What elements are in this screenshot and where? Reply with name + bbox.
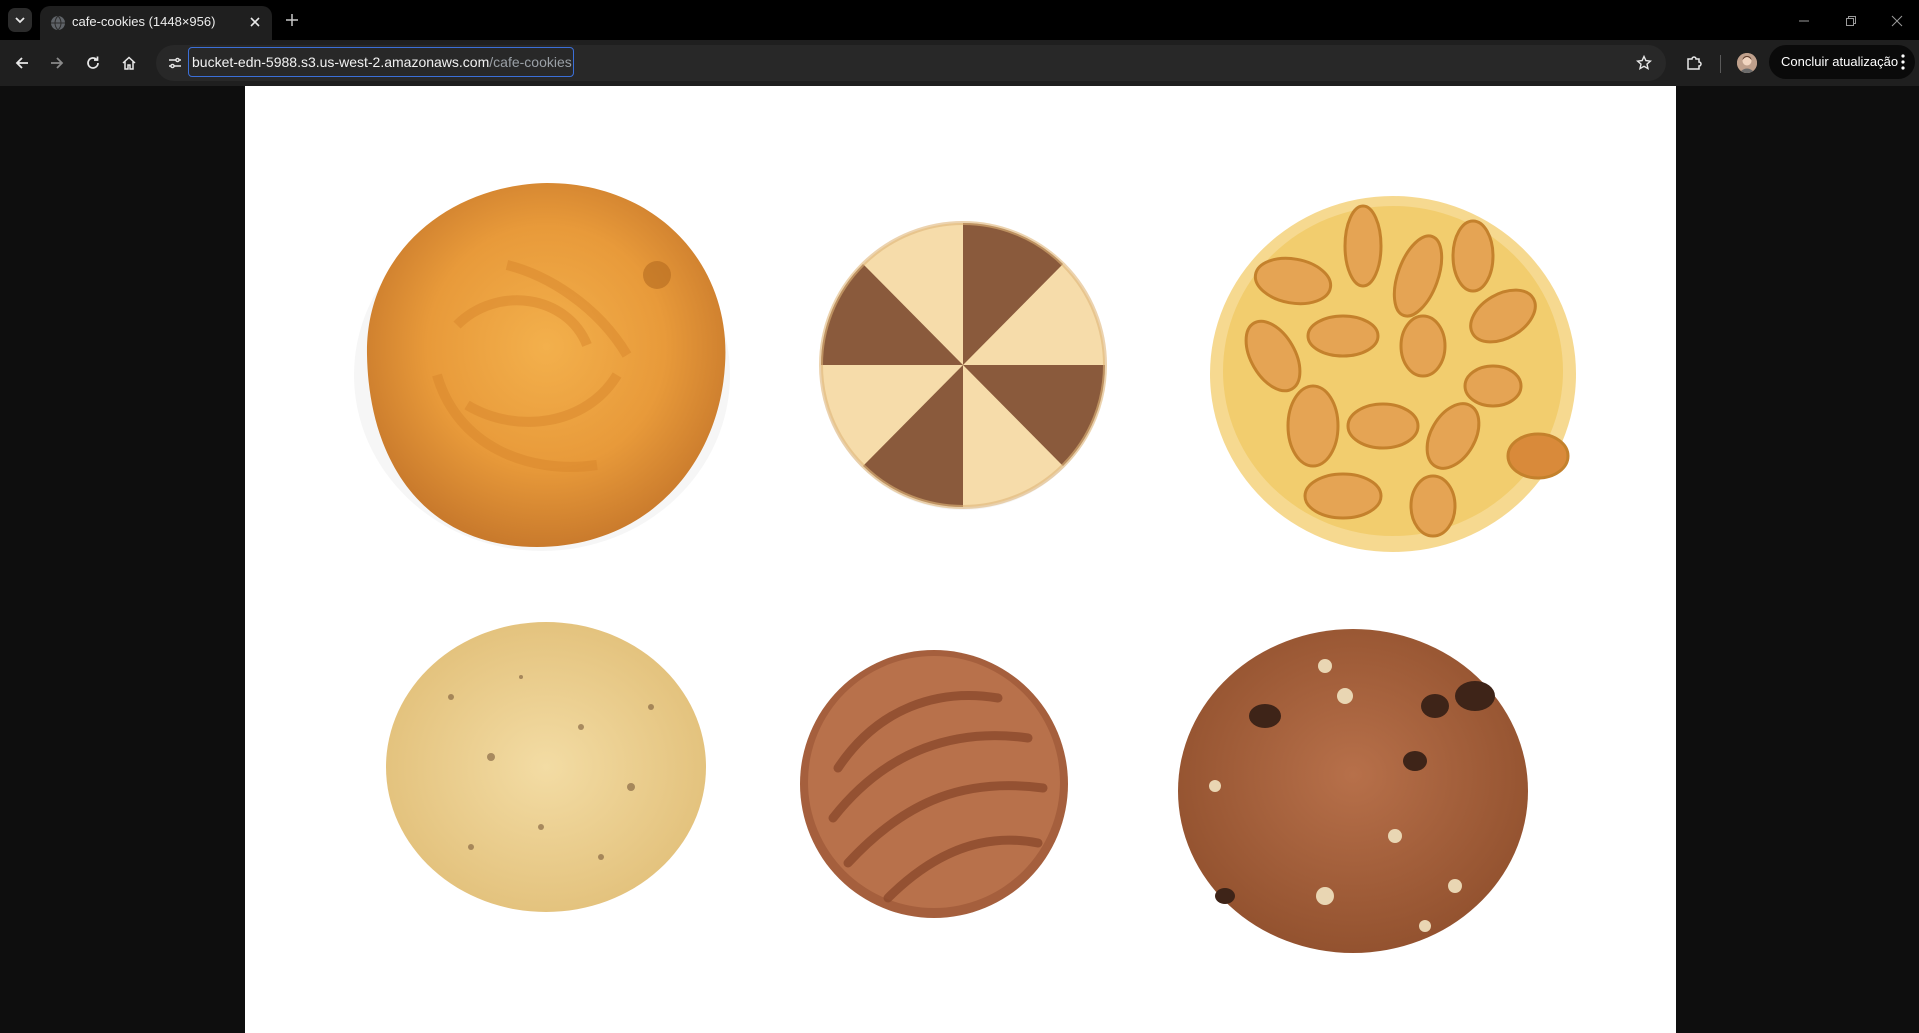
profile-icon <box>1737 53 1757 73</box>
more-icon <box>1901 54 1905 70</box>
globe-icon <box>51 15 65 31</box>
striped-shortbread-cookie <box>819 221 1107 510</box>
back-icon <box>15 57 28 69</box>
reload-icon <box>87 56 99 69</box>
peanut-cookie <box>1210 196 1576 552</box>
home-icon <box>122 56 136 70</box>
toolbar-separator <box>1720 55 1721 73</box>
tab-strip: cafe-cookies (1448×956) <box>0 0 1919 40</box>
site-settings-icon <box>169 57 181 69</box>
bookmark-button[interactable] <box>1630 49 1658 77</box>
site-info-button[interactable] <box>162 50 188 76</box>
back-button[interactable] <box>8 49 36 77</box>
active-tab[interactable]: cafe-cookies (1448×956) <box>40 6 272 40</box>
close-window-button[interactable] <box>1886 10 1908 32</box>
update-button-label: Concluir atualização <box>1781 54 1899 69</box>
chevron-down-icon <box>15 17 25 24</box>
image-viewer <box>0 86 1919 1033</box>
restore-icon <box>1846 16 1856 26</box>
new-tab-button[interactable] <box>281 9 303 31</box>
extensions-icon <box>1687 56 1702 70</box>
forward-button[interactable] <box>43 49 71 77</box>
forward-icon <box>51 57 64 69</box>
tab-title: cafe-cookies (1448×956) <box>72 14 216 29</box>
toolbar: bucket-edn-5988.s3.us-west-2.amazonaws.c… <box>0 40 1919 86</box>
close-icon <box>250 17 260 27</box>
url-path: /cafe-cookies <box>489 54 572 70</box>
update-button[interactable]: Concluir atualização <box>1769 45 1915 79</box>
address-bar[interactable]: bucket-edn-5988.s3.us-west-2.amazonaws.c… <box>156 45 1666 81</box>
home-button[interactable] <box>115 49 143 77</box>
reload-button[interactable] <box>79 49 107 77</box>
butter-cookie <box>354 183 730 551</box>
minimize-button[interactable] <box>1793 10 1815 32</box>
star-icon <box>1636 55 1652 70</box>
oat-cookie <box>386 622 706 912</box>
chocolate-coated-cookie <box>800 650 1068 918</box>
minimize-icon <box>1799 20 1809 22</box>
extensions-button[interactable] <box>1680 49 1708 77</box>
cookies-image[interactable] <box>245 86 1676 1033</box>
chocolate-chip-cookie <box>1178 629 1528 953</box>
more-button[interactable] <box>1895 52 1911 72</box>
url-field[interactable]: bucket-edn-5988.s3.us-west-2.amazonaws.c… <box>188 47 574 77</box>
url-host: bucket-edn-5988.s3.us-west-2.amazonaws.c… <box>192 54 490 70</box>
close-window-icon <box>1891 15 1903 27</box>
close-tab-button[interactable] <box>245 12 265 32</box>
tab-search-button[interactable] <box>8 8 32 32</box>
avatar[interactable] <box>1737 53 1757 73</box>
plus-icon <box>286 14 298 26</box>
restore-button[interactable] <box>1840 10 1862 32</box>
